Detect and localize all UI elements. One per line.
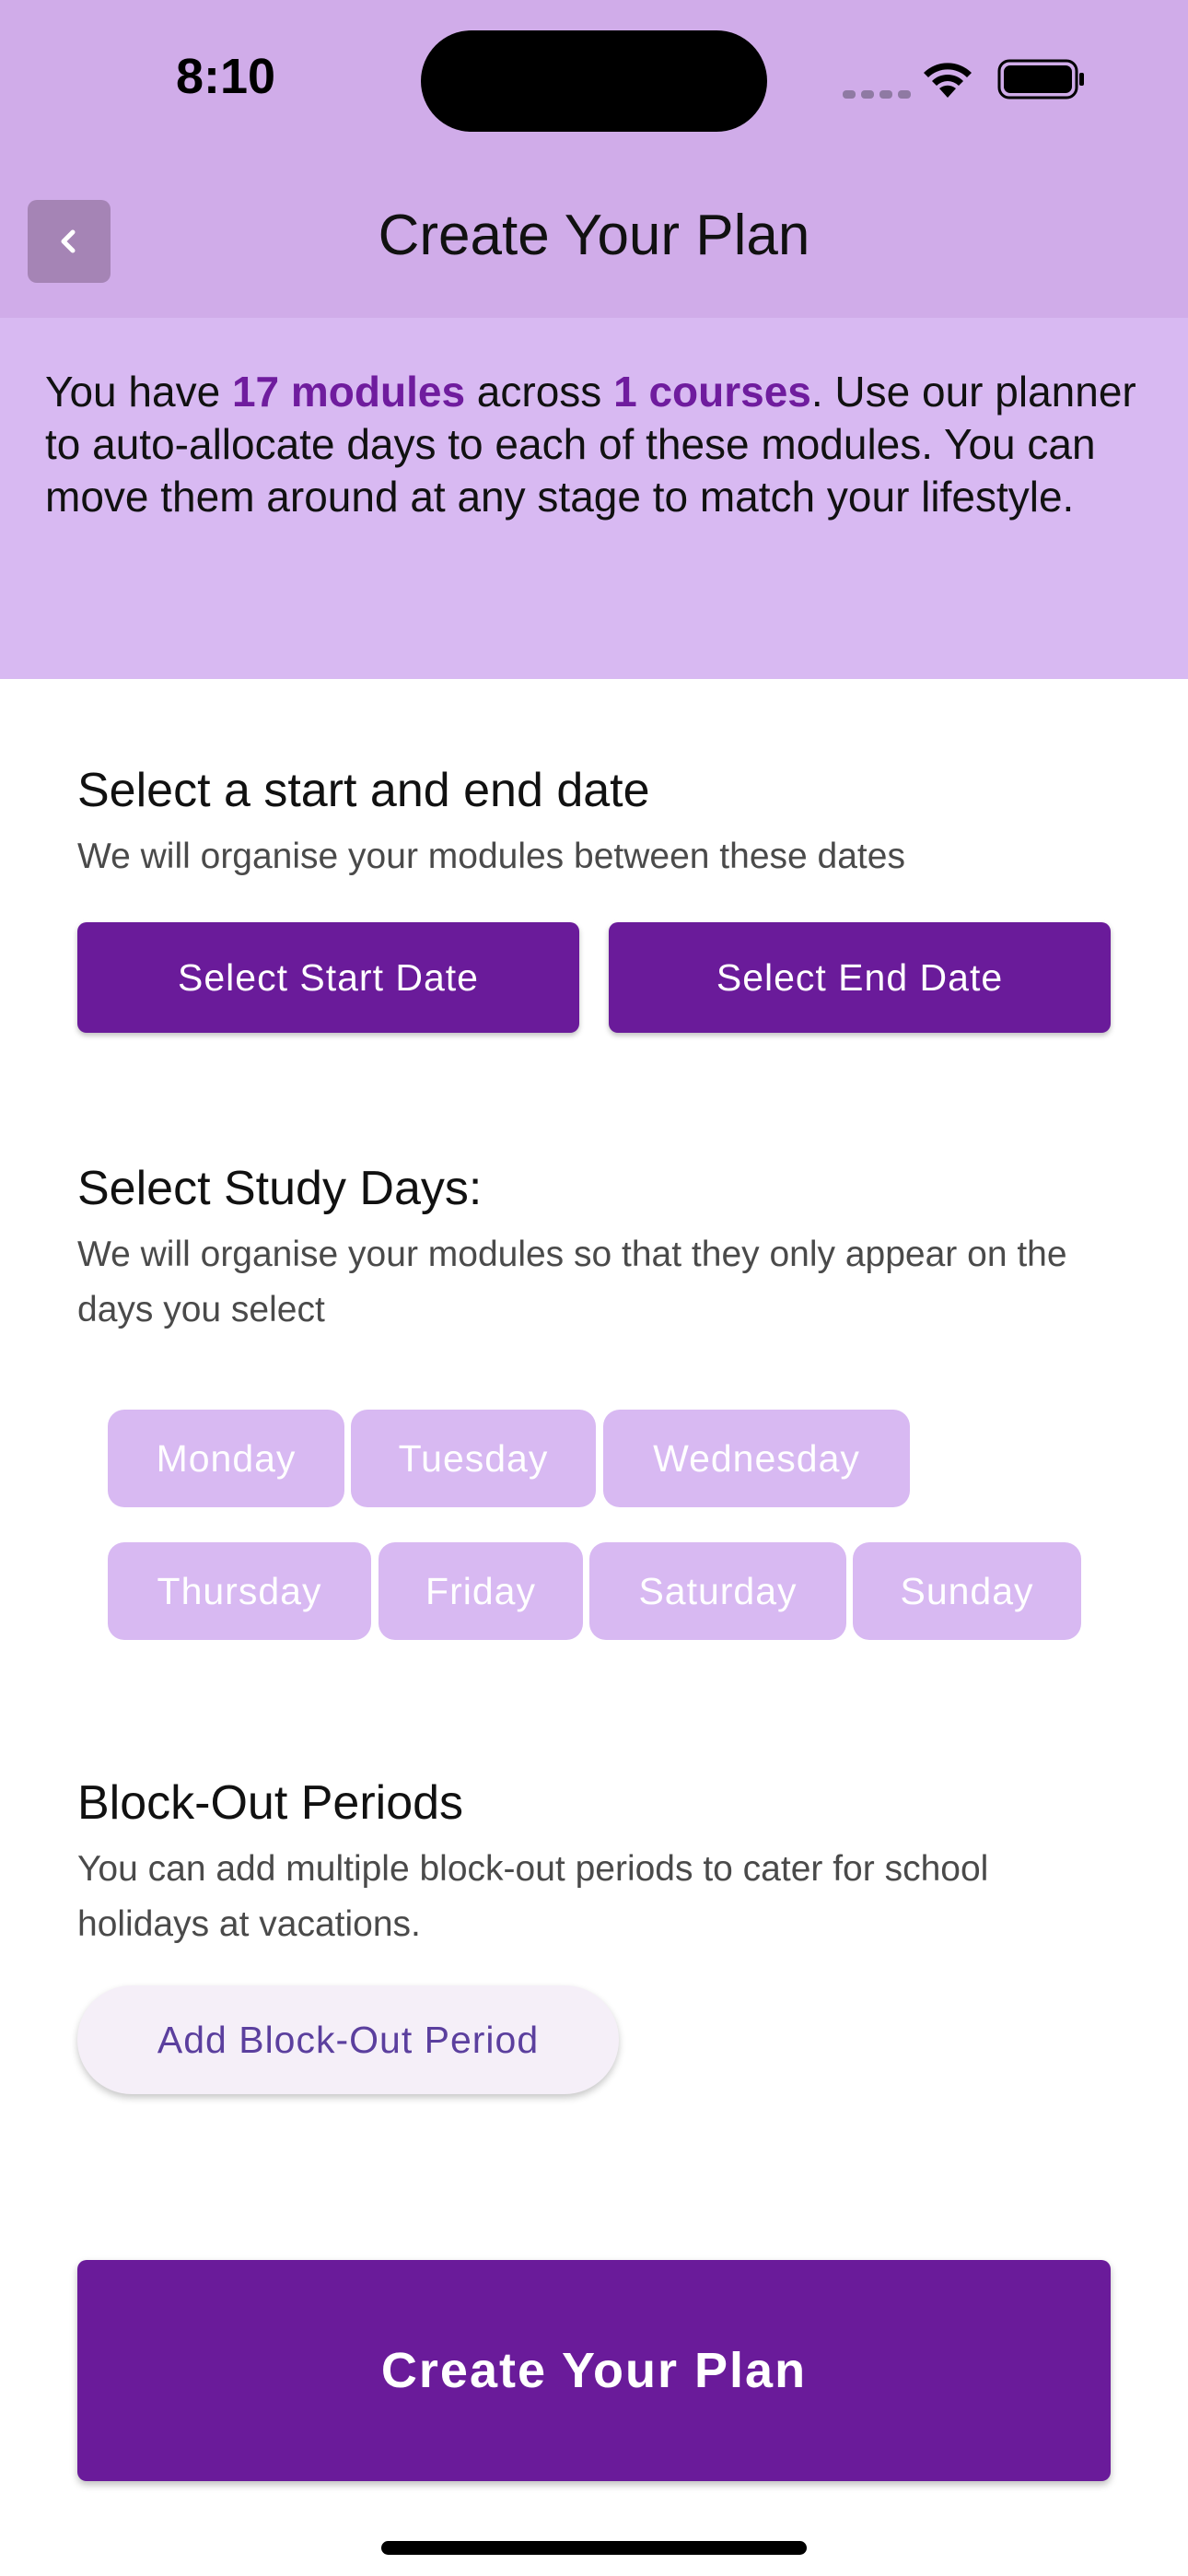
add-block-out-period-button[interactable]: Add Block-Out Period <box>77 1985 619 2094</box>
dynamic-island <box>421 30 767 132</box>
dates-section-description: We will organise your modules between th… <box>77 837 905 876</box>
day-chip-thursday[interactable]: Thursday <box>108 1542 371 1640</box>
home-indicator <box>381 2541 807 2555</box>
create-plan-button[interactable]: Create Your Plan <box>77 2260 1111 2481</box>
app-header: Create Your Plan <box>0 184 1188 318</box>
day-chip-monday[interactable]: Monday <box>108 1410 344 1507</box>
battery-icon <box>997 59 1084 100</box>
status-time: 8:10 <box>175 49 276 104</box>
dates-section-title: Select a start and end date <box>77 764 650 817</box>
day-chip-saturday[interactable]: Saturday <box>589 1542 846 1640</box>
intro-text: You have 17 modules across 1 courses. Us… <box>45 368 1136 521</box>
cellular-signal-icon <box>843 87 916 103</box>
day-chip-friday[interactable]: Friday <box>379 1542 583 1640</box>
status-bar: 8:10 <box>0 0 1188 184</box>
wifi-icon <box>924 63 972 98</box>
day-chip-sunday[interactable]: Sunday <box>853 1542 1081 1640</box>
study-days-description: We will organise your modules so that th… <box>77 1235 1067 1329</box>
day-chip-tuesday[interactable]: Tuesday <box>351 1410 596 1507</box>
select-start-date-button[interactable]: Select Start Date <box>77 922 579 1033</box>
select-end-date-button[interactable]: Select End Date <box>609 922 1111 1033</box>
blockout-description: You can add multiple block-out periods t… <box>77 1849 989 1944</box>
intro-banner: You have 17 modules across 1 courses. Us… <box>0 318 1188 679</box>
day-chip-wednesday[interactable]: Wednesday <box>603 1410 910 1507</box>
modules-count: 17 modules <box>231 368 466 416</box>
back-button[interactable] <box>28 200 111 283</box>
courses-count: 1 courses <box>613 368 811 416</box>
study-days-title: Select Study Days: <box>77 1162 483 1215</box>
chevron-left-icon <box>61 229 76 253</box>
page-title: Create Your Plan <box>378 204 810 267</box>
blockout-title: Block-Out Periods <box>77 1776 464 1830</box>
